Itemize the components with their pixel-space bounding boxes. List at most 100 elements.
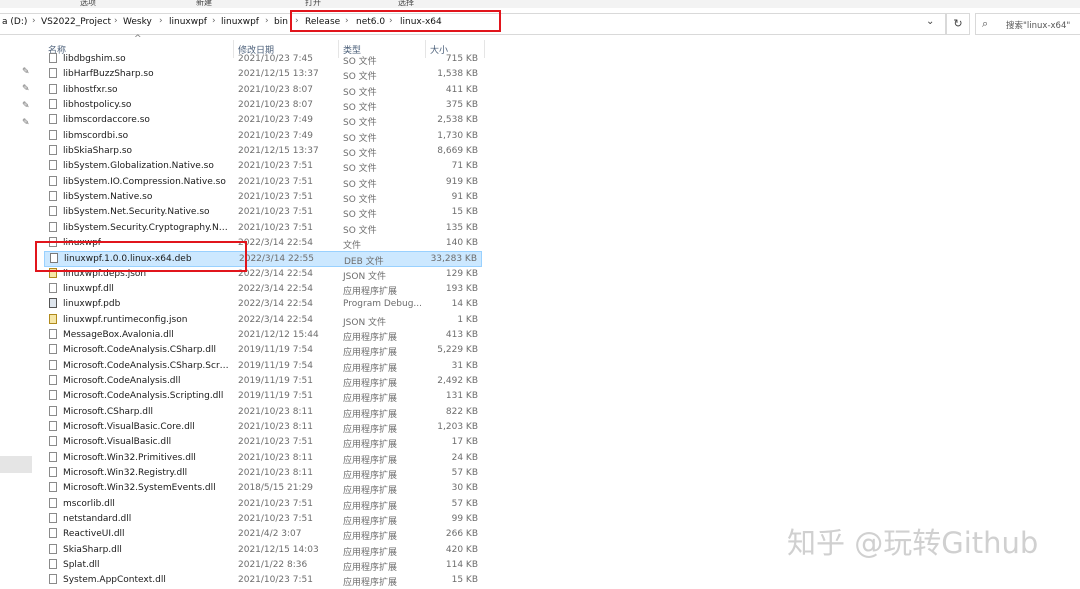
file-row[interactable]: Microsoft.CodeAnalysis.Scripting.dll 2019…: [44, 389, 482, 404]
file-size: 1,730 KB: [437, 130, 478, 141]
file-name: libhostpolicy.so: [63, 99, 132, 110]
file-size: 2,492 KB: [437, 375, 478, 386]
file-row[interactable]: Microsoft.VisualBasic.Core.dll 2021/10/23…: [44, 420, 482, 435]
file-date: 2021/10/23 7:49: [238, 115, 313, 126]
watermark: 知乎 @玩转Github: [787, 526, 1039, 560]
file-size: 131 KB: [445, 391, 478, 402]
file-row[interactable]: linuxwpf.dll 2022/3/14 22:54 应用程序扩展 193 KB: [44, 282, 482, 297]
search-input[interactable]: ⌕ 搜索"linux-x64": [975, 13, 1080, 35]
file-row[interactable]: libmscordaccore.so 2021/10/23 7:49 SO 文件 2,…: [44, 113, 482, 128]
file-date: 2021/10/23 8:11: [238, 406, 313, 417]
file-type: SO 文件: [343, 133, 377, 144]
file-row[interactable]: libSkiaSharp.so 2021/12/15 13:37 SO 文件 8,66…: [44, 144, 482, 159]
file-row[interactable]: Microsoft.CodeAnalysis.CSharp.Script... 2…: [44, 359, 482, 374]
file-row[interactable]: libSystem.Security.Cryptography.Nati... 2…: [44, 221, 482, 236]
file-row[interactable]: libHarfBuzzSharp.so 2021/12/15 13:37 SO 文件…: [44, 67, 482, 82]
file-row[interactable]: libhostfxr.so 2021/10/23 8:07 SO 文件 411 KB: [44, 83, 482, 98]
chevron-right-icon[interactable]: ›: [159, 16, 163, 26]
pin-icon[interactable]: ✎: [22, 84, 30, 94]
file-name: libSystem.Security.Cryptography.Nati...: [63, 222, 229, 233]
file-type: SO 文件: [343, 102, 377, 113]
chevron-down-icon[interactable]: ⌄: [926, 16, 934, 27]
breadcrumb-wesky[interactable]: Wesky: [123, 17, 152, 27]
navigation-pane: ✎ ✎ ✎ ✎: [0, 38, 36, 585]
file-row[interactable]: mscorlib.dll 2021/10/23 7:51 应用程序扩展 57 KB: [44, 497, 482, 512]
highlight-box-path: [290, 10, 501, 32]
column-divider[interactable]: [484, 40, 485, 58]
file-icon: [49, 160, 57, 171]
file-date: 2019/11/19 7:51: [238, 391, 313, 402]
file-row[interactable]: Microsoft.CodeAnalysis.CSharp.dll 2019/11…: [44, 343, 482, 358]
dll-file-icon: [49, 558, 57, 569]
file-type: 应用程序扩展: [343, 562, 398, 573]
dll-file-icon: [49, 466, 57, 477]
file-name: ReactiveUI.dll: [63, 529, 125, 540]
file-size: 140 KB: [445, 237, 478, 248]
file-size: 5,229 KB: [437, 345, 478, 356]
file-size: 1,203 KB: [437, 421, 478, 432]
pin-icon[interactable]: ✎: [22, 101, 30, 111]
file-size: 71 KB: [451, 161, 478, 172]
dll-file-icon: [49, 574, 57, 585]
file-row[interactable]: libdbgshim.so 2021/10/23 7:45 SO 文件 715 KB: [44, 52, 482, 67]
file-name: mscorlib.dll: [63, 498, 115, 509]
file-row[interactable]: Microsoft.CSharp.dll 2021/10/23 8:11 应用程序扩…: [44, 405, 482, 420]
file-row[interactable]: System.AppContext.dll 2021/10/23 7:51 应用程序…: [44, 573, 482, 588]
file-date: 2021/10/23 7:51: [238, 498, 313, 509]
refresh-button[interactable]: ↻: [946, 13, 970, 35]
pin-icon[interactable]: ✎: [22, 118, 30, 128]
breadcrumb-linuxwpf-project[interactable]: linuxwpf: [221, 17, 259, 27]
file-icon: [49, 53, 57, 63]
file-row[interactable]: Microsoft.Win32.Registry.dll 2021/10/23 8…: [44, 466, 482, 481]
file-icon: [49, 190, 57, 201]
file-row[interactable]: SkiaSharp.dll 2021/12/15 14:03 应用程序扩展 420 K…: [44, 543, 482, 558]
chevron-right-icon[interactable]: ›: [212, 16, 216, 26]
file-row[interactable]: MessageBox.Avalonia.dll 2021/12/12 15:44 应…: [44, 328, 482, 343]
file-type: 应用程序扩展: [343, 486, 398, 497]
file-row[interactable]: libhostpolicy.so 2021/10/23 8:07 SO 文件 375 …: [44, 98, 482, 113]
refresh-icon: ↻: [953, 17, 963, 30]
file-row[interactable]: Microsoft.Win32.Primitives.dll 2021/10/23…: [44, 451, 482, 466]
file-size: 413 KB: [445, 329, 478, 340]
breadcrumb-vs2022-project[interactable]: VS2022_Project: [41, 17, 111, 27]
file-type: 应用程序扩展: [343, 455, 398, 466]
nav-item-selected[interactable]: [0, 456, 32, 473]
breadcrumb-linuxwpf[interactable]: linuxwpf: [169, 17, 207, 27]
dll-file-icon: [49, 374, 57, 385]
ribbon-label: 选项: [80, 0, 96, 7]
file-date: 2022/3/14 22:54: [238, 314, 313, 325]
file-row[interactable]: libSystem.Native.so 2021/10/23 7:51 SO 文件 9…: [44, 190, 482, 205]
dll-file-icon: [49, 512, 57, 523]
file-name: netstandard.dll: [63, 513, 132, 524]
breadcrumb-bin[interactable]: bin: [274, 17, 288, 27]
file-row[interactable]: Microsoft.CodeAnalysis.dll 2019/11/19 7:5…: [44, 374, 482, 389]
file-row[interactable]: libSystem.Net.Security.Native.so 2021/10/…: [44, 205, 482, 220]
file-date: 2021/10/23 7:51: [238, 191, 313, 202]
file-row[interactable]: linuxwpf.runtimeconfig.json 2022/3/14 22:…: [44, 313, 482, 328]
file-row[interactable]: ReactiveUI.dll 2021/4/2 3:07 应用程序扩展 266 KB: [44, 527, 482, 542]
file-date: 2021/10/23 7:45: [238, 54, 313, 64]
ribbon-label: 选择: [398, 0, 414, 7]
file-name: Microsoft.CodeAnalysis.CSharp.Script...: [63, 360, 229, 371]
file-row[interactable]: Microsoft.Win32.SystemEvents.dll 2018/5/1…: [44, 481, 482, 496]
pin-icon[interactable]: ✎: [22, 67, 30, 77]
file-row[interactable]: libSystem.Globalization.Native.so 2021/10…: [44, 159, 482, 174]
chevron-right-icon[interactable]: ›: [114, 16, 118, 26]
chevron-right-icon[interactable]: ›: [265, 16, 269, 26]
chevron-right-icon[interactable]: ›: [32, 16, 36, 26]
file-name: linuxwpf.dll: [63, 283, 114, 294]
file-row[interactable]: Microsoft.VisualBasic.dll 2021/10/23 7:51…: [44, 435, 482, 450]
file-date: 2021/12/12 15:44: [238, 329, 319, 340]
file-date: 2022/3/14 22:54: [238, 283, 313, 294]
file-row[interactable]: linuxwpf.pdb 2022/3/14 22:54 Program Debug…: [44, 297, 482, 312]
file-size: 715 KB: [445, 54, 478, 64]
file-name: Microsoft.CodeAnalysis.Scripting.dll: [63, 391, 224, 402]
file-size: 33,283 KB: [430, 254, 477, 265]
file-size: 129 KB: [445, 268, 478, 279]
file-row[interactable]: libSystem.IO.Compression.Native.so 2021/1…: [44, 175, 482, 190]
file-name: libhostfxr.so: [63, 84, 118, 95]
file-row[interactable]: libmscordbi.so 2021/10/23 7:49 SO 文件 1,730 …: [44, 129, 482, 144]
file-row[interactable]: Splat.dll 2021/1/22 8:36 应用程序扩展 114 KB: [44, 558, 482, 573]
breadcrumb-drive[interactable]: a (D:): [2, 17, 27, 27]
file-row[interactable]: netstandard.dll 2021/10/23 7:51 应用程序扩展 99 K…: [44, 512, 482, 527]
